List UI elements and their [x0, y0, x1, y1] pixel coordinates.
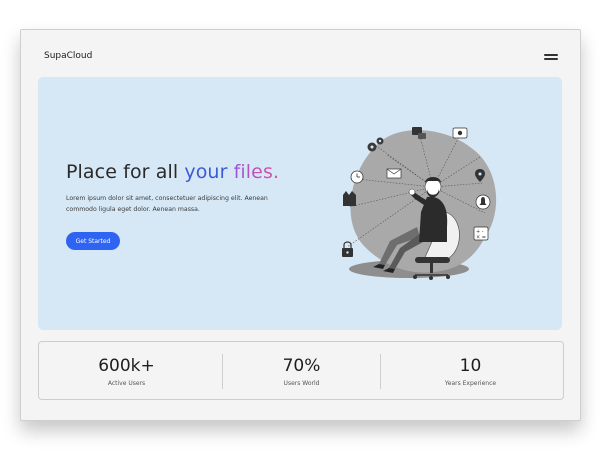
stat-users-world: 70% Users World [214, 342, 389, 399]
stat-value: 70% [282, 356, 321, 376]
stat-divider [380, 354, 381, 389]
hero-headline: Place for all your files. [66, 161, 279, 183]
headline-text: Place for all [66, 161, 185, 183]
headline-highlight-your: your [184, 161, 228, 183]
stat-years-experience: 10 Years Experience [383, 342, 558, 399]
stat-value: 10 [459, 356, 482, 376]
calculator-icon: + - × = [473, 226, 489, 241]
folder-icon [343, 191, 356, 206]
camera-icon [452, 127, 468, 139]
stat-active-users: 600k+ Active Users [39, 342, 214, 399]
stat-value: 600k+ [98, 356, 155, 376]
get-started-button[interactable]: Get Started [66, 232, 120, 250]
hero-illustration: + - × = [342, 127, 497, 280]
hero-section: Place for all your files. Lorem ipsum do… [38, 77, 562, 330]
browser-window: SupaCloud Place for all your files. Lore… [20, 29, 581, 421]
stats-bar: 600k+ Active Users 70% Users World 10 Ye… [38, 341, 564, 400]
bell-icon [475, 194, 491, 210]
lock-icon [342, 241, 353, 257]
stat-label: Active Users [107, 380, 146, 387]
hamburger-menu-icon[interactable] [544, 54, 558, 62]
svg-text:× =: × = [476, 235, 486, 241]
stat-label: Users World [283, 380, 320, 387]
mail-icon [386, 168, 402, 179]
headline-highlight-files: files. [233, 161, 280, 183]
brand-logo[interactable]: SupaCloud [44, 51, 92, 61]
clock-icon [350, 170, 364, 184]
stat-label: Years Experience [444, 380, 497, 387]
hero-description: Lorem ipsum dolor sit amet, consectetuer… [66, 195, 268, 213]
